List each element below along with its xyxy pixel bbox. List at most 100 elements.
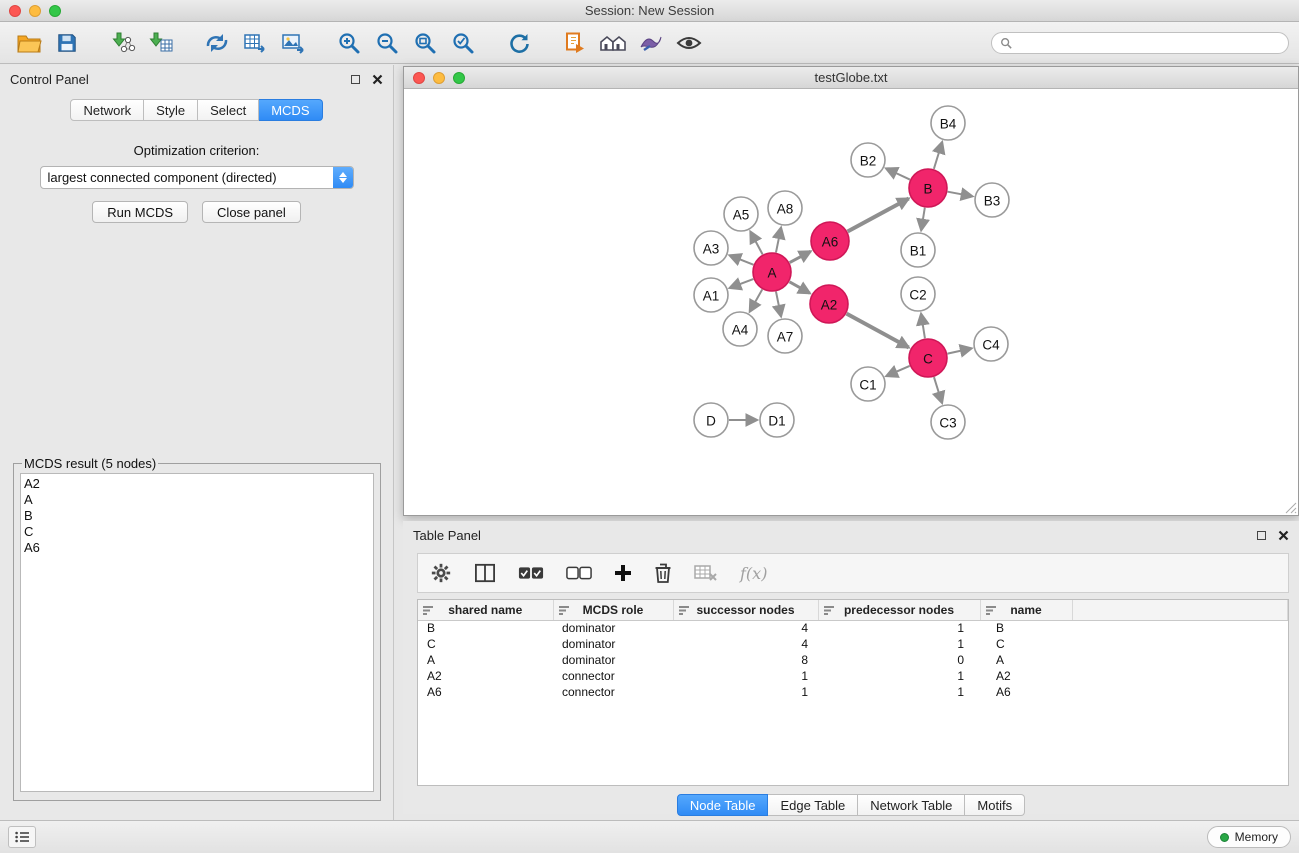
export-table-icon[interactable]: [236, 26, 274, 60]
graph-node-B3[interactable]: B3: [975, 183, 1009, 217]
graph-node-B[interactable]: B: [909, 169, 947, 207]
graph-edge-A2-C[interactable]: [847, 314, 909, 348]
graph-node-B2[interactable]: B2: [851, 143, 885, 177]
zoom-selected-icon[interactable]: [444, 26, 482, 60]
table-row[interactable]: A6connector11A6: [418, 684, 1288, 700]
open-snapshot-icon[interactable]: [556, 26, 594, 60]
delete-column-icon[interactable]: [654, 563, 672, 583]
table-float-panel-icon[interactable]: [1257, 531, 1266, 540]
table-row[interactable]: Bdominator41B: [418, 620, 1288, 636]
graph-edge-B-B2[interactable]: [886, 168, 910, 179]
zoom-out-icon[interactable]: [368, 26, 406, 60]
graph-node-A6[interactable]: A6: [811, 222, 849, 260]
tab-network[interactable]: Network: [70, 99, 144, 121]
graph-edge-B-B1[interactable]: [921, 208, 925, 231]
table-tab-motifs[interactable]: Motifs: [965, 794, 1025, 816]
show-graphics-details-icon[interactable]: [670, 26, 708, 60]
table-cell[interactable]: 4: [673, 620, 818, 636]
close-panel-button[interactable]: Close panel: [202, 201, 301, 223]
graph-node-C[interactable]: C: [909, 339, 947, 377]
tab-select[interactable]: Select: [198, 99, 259, 121]
save-session-icon[interactable]: [48, 26, 86, 60]
column-header-successor-nodes[interactable]: successor nodes: [673, 600, 818, 620]
split-column-view-icon[interactable]: [474, 563, 496, 583]
close-panel-icon[interactable]: [372, 74, 383, 85]
graph-edge-C-C1[interactable]: [886, 366, 909, 376]
zoom-in-icon[interactable]: [330, 26, 368, 60]
vizmapper-icon[interactable]: [632, 26, 670, 60]
show-hide-panels-icon[interactable]: [594, 26, 632, 60]
network-zoom-button[interactable]: [453, 72, 465, 84]
table-tab-network-table[interactable]: Network Table: [858, 794, 965, 816]
column-header-shared-name[interactable]: shared name: [418, 600, 553, 620]
table-cell[interactable]: A: [418, 652, 553, 668]
table-cell[interactable]: dominator: [553, 652, 673, 668]
graph-edge-A-A3[interactable]: [730, 255, 754, 264]
mcds-result-item[interactable]: A2: [24, 476, 373, 492]
network-minimize-button[interactable]: [433, 72, 445, 84]
table-cell[interactable]: dominator: [553, 620, 673, 636]
graph-edge-A6-B[interactable]: [848, 198, 909, 231]
graph-edge-A-A2[interactable]: [789, 282, 809, 293]
function-builder-icon[interactable]: f(x): [740, 564, 767, 583]
graph-node-D1[interactable]: D1: [760, 403, 794, 437]
graph-node-C2[interactable]: C2: [901, 277, 935, 311]
import-table-icon[interactable]: [142, 26, 180, 60]
graph-node-C3[interactable]: C3: [931, 405, 965, 439]
graph-node-A2[interactable]: A2: [810, 285, 848, 323]
table-cell[interactable]: connector: [553, 684, 673, 700]
table-cell[interactable]: 1: [818, 668, 980, 684]
table-cell[interactable]: 1: [673, 668, 818, 684]
graph-node-A7[interactable]: A7: [768, 319, 802, 353]
tab-mcds[interactable]: MCDS: [259, 99, 322, 121]
table-cell[interactable]: connector: [553, 668, 673, 684]
table-cell[interactable]: A6: [980, 684, 1072, 700]
delete-table-icon[interactable]: [694, 564, 718, 582]
export-image-icon[interactable]: [274, 26, 312, 60]
table-cell[interactable]: 1: [818, 620, 980, 636]
open-session-icon[interactable]: [10, 26, 48, 60]
mcds-result-item[interactable]: C: [24, 524, 373, 540]
table-cell[interactable]: B: [418, 620, 553, 636]
zoom-window-button[interactable]: [49, 5, 61, 17]
table-cell[interactable]: C: [418, 636, 553, 652]
search-field[interactable]: [991, 32, 1289, 54]
table-settings-gear-icon[interactable]: [430, 562, 452, 584]
graph-node-A4[interactable]: A4: [723, 312, 757, 346]
graph-node-B1[interactable]: B1: [901, 233, 935, 267]
table-row[interactable]: Cdominator41C: [418, 636, 1288, 652]
export-network-icon[interactable]: [198, 26, 236, 60]
graph-edge-A-A5[interactable]: [750, 232, 762, 255]
task-history-icon[interactable]: [8, 826, 36, 848]
column-header-predecessor-nodes[interactable]: predecessor nodes: [818, 600, 980, 620]
graph-edge-C-C3[interactable]: [934, 377, 942, 403]
table-tab-edge-table[interactable]: Edge Table: [768, 794, 858, 816]
tab-style[interactable]: Style: [144, 99, 198, 121]
graph-edge-A-A7[interactable]: [776, 292, 781, 317]
graph-node-A[interactable]: A: [753, 253, 791, 291]
table-cell[interactable]: A2: [980, 668, 1072, 684]
minimize-window-button[interactable]: [29, 5, 41, 17]
table-cell[interactable]: 4: [673, 636, 818, 652]
graph-edge-B-B4[interactable]: [934, 142, 942, 169]
network-canvas[interactable]: B4B2BB3A8A5A6A3B1AC2A1A2A4A7C4CC1DD1C3: [404, 90, 1298, 515]
graph-edge-C-C4[interactable]: [948, 348, 972, 353]
table-close-panel-icon[interactable]: [1278, 530, 1289, 541]
table-cell[interactable]: A2: [418, 668, 553, 684]
table-row[interactable]: A2connector11A2: [418, 668, 1288, 684]
network-close-button[interactable]: [413, 72, 425, 84]
graph-edge-C-C2[interactable]: [921, 314, 925, 338]
graph-node-A1[interactable]: A1: [694, 278, 728, 312]
mcds-result-list[interactable]: A2ABCA6: [20, 473, 374, 792]
graph-node-A3[interactable]: A3: [694, 231, 728, 265]
mcds-result-item[interactable]: A: [24, 492, 373, 508]
select-all-columns-icon[interactable]: [518, 565, 544, 581]
graph-edge-A-A8[interactable]: [776, 228, 781, 253]
criterion-dropdown[interactable]: largest connected component (directed): [40, 166, 354, 189]
table-row[interactable]: Adominator80A: [418, 652, 1288, 668]
zoom-fit-icon[interactable]: [406, 26, 444, 60]
table-cell[interactable]: 1: [818, 636, 980, 652]
table-cell[interactable]: A: [980, 652, 1072, 668]
graph-edge-B-B3[interactable]: [948, 192, 973, 197]
table-cell[interactable]: C: [980, 636, 1072, 652]
